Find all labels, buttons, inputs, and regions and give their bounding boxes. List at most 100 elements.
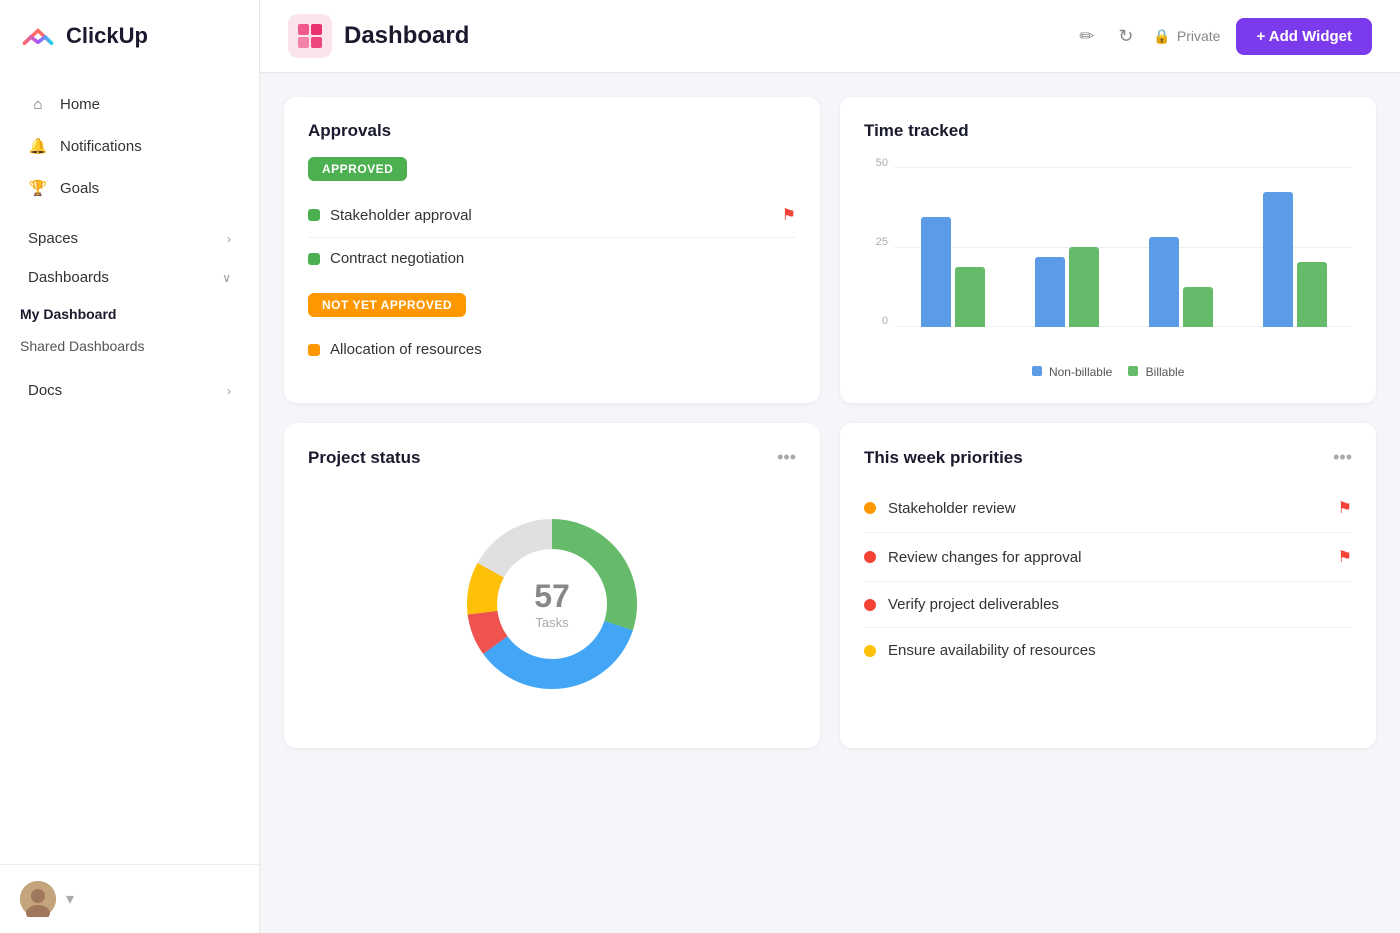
bar-green <box>1183 287 1213 327</box>
clickup-logo-icon <box>20 18 56 54</box>
priorities-list: Stakeholder review ⚑ Review changes for … <box>864 484 1352 673</box>
sidebar-item-spaces-label: Spaces <box>28 230 78 247</box>
legend-dot-green <box>1128 366 1138 376</box>
bar-green <box>1069 247 1099 327</box>
sidebar-item-dashboards-label: Dashboards <box>28 269 109 286</box>
sidebar-item-docs[interactable]: Docs › <box>8 372 251 409</box>
bar-green <box>955 267 985 327</box>
bar-group-3 <box>1149 237 1213 327</box>
priority-dot-yellow <box>864 645 876 657</box>
chevron-right-icon-docs: › <box>227 384 231 398</box>
priority-flag-icon: ⚑ <box>1338 547 1352 567</box>
project-status-card: Project status ••• <box>284 423 820 748</box>
priority-dot-orange <box>864 502 876 514</box>
bar-green <box>1297 262 1327 327</box>
sidebar-item-goals-label: Goals <box>60 180 99 197</box>
chart-legend: Non-billable Billable <box>864 365 1352 379</box>
list-item: Review changes for approval ⚑ <box>864 533 1352 582</box>
sidebar-item-my-dashboard[interactable]: My Dashboard <box>0 298 259 330</box>
header: Dashboard ✏ ↻ 🔒 Private + Add Widget <box>260 0 1400 73</box>
list-item: Allocation of resources <box>308 329 796 370</box>
sidebar-item-home-label: Home <box>60 96 100 113</box>
priority-dot-red-2 <box>864 599 876 611</box>
approvals-card: Approvals APPROVED Stakeholder approval … <box>284 97 820 403</box>
priorities-more-button[interactable]: ••• <box>1333 447 1352 468</box>
priority-item-text: Verify project deliverables <box>888 596 1352 613</box>
page-title: Dashboard <box>344 22 1063 50</box>
logo: ClickUp <box>0 0 259 72</box>
y-axis-labels: 50 25 0 <box>864 157 892 327</box>
priorities-title: This week priorities <box>864 448 1023 468</box>
chevron-right-icon: › <box>227 232 231 246</box>
sidebar-item-home[interactable]: ⌂ Home <box>8 84 251 124</box>
legend-non-billable-label: Non-billable <box>1049 365 1112 379</box>
flag-icon: ⚑ <box>782 205 796 225</box>
logo-text: ClickUp <box>66 23 148 49</box>
y-label-25: 25 <box>876 236 888 248</box>
sidebar: ClickUp ⌂ Home 🔔 Notifications 🏆 Goals S… <box>0 0 260 933</box>
priorities-card: This week priorities ••• Stakeholder rev… <box>840 423 1376 748</box>
chevron-down-user-icon[interactable]: ▾ <box>66 889 74 909</box>
bar-group-1 <box>921 217 985 327</box>
visibility-indicator: 🔒 Private <box>1153 28 1220 45</box>
green-dot-2 <box>308 253 320 265</box>
approval-item-text-2: Contract negotiation <box>330 250 796 267</box>
sidebar-bottom: ▾ <box>0 864 259 933</box>
orange-dot <box>308 344 320 356</box>
donut-chart: 57 Tasks <box>452 504 652 704</box>
donut-chart-container: 57 Tasks <box>308 484 796 724</box>
sidebar-item-spaces[interactable]: Spaces › <box>8 220 251 257</box>
add-widget-button[interactable]: + Add Widget <box>1236 18 1372 55</box>
dashboard-header-icon <box>288 14 332 58</box>
avatar[interactable] <box>20 881 56 917</box>
header-actions: ✏ ↻ 🔒 Private + Add Widget <box>1075 18 1372 55</box>
priority-item-text: Ensure availability of resources <box>888 642 1352 659</box>
y-label-50: 50 <box>876 157 888 169</box>
priority-flag-icon: ⚑ <box>1338 498 1352 518</box>
main-area: Dashboard ✏ ↻ 🔒 Private + Add Widget App… <box>260 0 1400 933</box>
list-item: Contract negotiation <box>308 238 796 279</box>
sidebar-nav: ⌂ Home 🔔 Notifications 🏆 Goals Spaces › … <box>0 72 259 864</box>
bar-blue <box>1035 257 1065 327</box>
list-item: Ensure availability of resources <box>864 628 1352 673</box>
not-approved-badge: NOT YET APPROVED <box>308 293 466 317</box>
time-tracked-card: Time tracked 50 25 0 <box>840 97 1376 403</box>
bar-group-4 <box>1263 192 1327 327</box>
sidebar-item-docs-label: Docs <box>28 382 62 399</box>
legend-dot-blue <box>1032 366 1042 376</box>
legend-non-billable: Non-billable <box>1032 365 1113 379</box>
sidebar-item-goals[interactable]: 🏆 Goals <box>8 168 251 208</box>
time-tracked-title: Time tracked <box>864 121 1352 141</box>
legend-billable: Billable <box>1128 365 1184 379</box>
green-dot <box>308 209 320 221</box>
bar-blue <box>921 217 951 327</box>
approvals-title: Approvals <box>308 121 796 141</box>
bar-group-2 <box>1035 247 1099 327</box>
chevron-down-icon: ∨ <box>222 271 231 285</box>
priority-item-text: Review changes for approval <box>888 549 1326 566</box>
donut-number: 57 <box>534 578 570 615</box>
sidebar-item-my-dashboard-label: My Dashboard <box>20 306 116 322</box>
project-status-title: Project status <box>308 448 420 468</box>
sidebar-item-notifications[interactable]: 🔔 Notifications <box>8 126 251 166</box>
priority-dot-red <box>864 551 876 563</box>
dashboard-content: Approvals APPROVED Stakeholder approval … <box>260 73 1400 933</box>
approval-item-text: Stakeholder approval <box>330 207 772 224</box>
list-item: Verify project deliverables <box>864 582 1352 628</box>
more-options-button[interactable]: ••• <box>777 447 796 468</box>
approved-badge: APPROVED <box>308 157 407 181</box>
pending-items-list: Allocation of resources <box>308 329 796 370</box>
refresh-button[interactable]: ↻ <box>1114 22 1137 51</box>
visibility-label: Private <box>1177 28 1221 44</box>
trophy-icon: 🏆 <box>28 178 48 198</box>
donut-center: 57 Tasks <box>534 578 570 630</box>
sidebar-item-dashboards[interactable]: Dashboards ∨ <box>8 259 251 296</box>
lock-icon: 🔒 <box>1153 28 1170 45</box>
list-item: Stakeholder approval ⚑ <box>308 193 796 238</box>
sidebar-item-shared-dashboards[interactable]: Shared Dashboards <box>0 330 259 362</box>
approved-items-list: Stakeholder approval ⚑ Contract negotiat… <box>308 193 796 279</box>
pending-item-text: Allocation of resources <box>330 341 796 358</box>
y-label-0: 0 <box>882 315 888 327</box>
edit-button[interactable]: ✏ <box>1075 22 1098 51</box>
bar-blue <box>1149 237 1179 327</box>
